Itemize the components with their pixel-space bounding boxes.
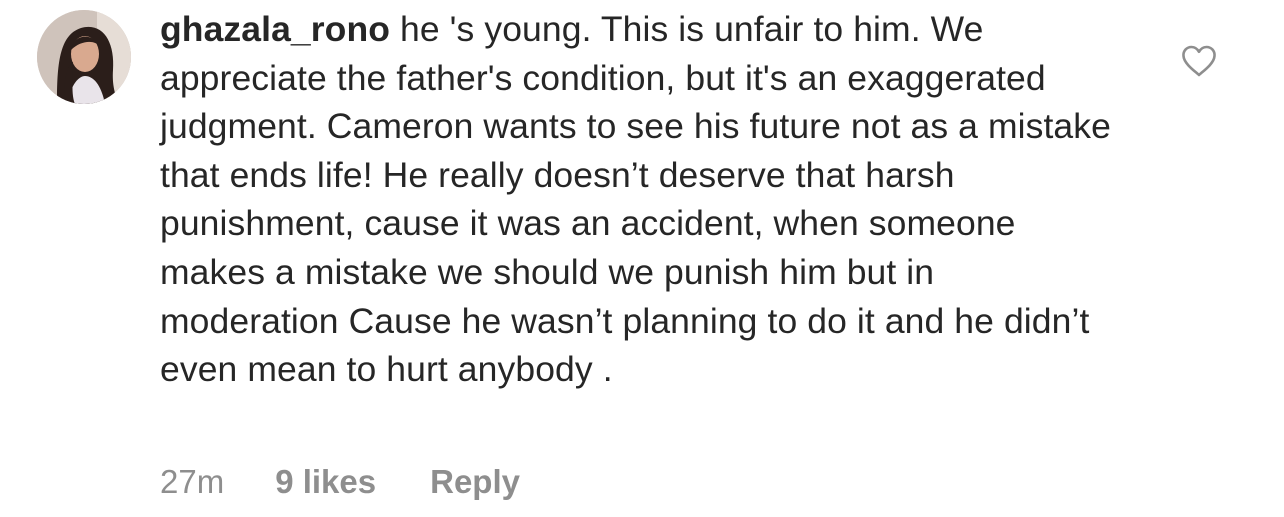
heart-outline-icon — [1182, 45, 1216, 77]
comment-username[interactable]: ghazala_rono — [160, 9, 390, 49]
comment-timestamp: 27m — [160, 463, 225, 500]
likes-count[interactable]: 9 likes — [275, 463, 376, 501]
comment-meta: 27m 9 likes Reply — [160, 463, 520, 501]
like-button[interactable] — [1181, 45, 1217, 77]
comment-item: ghazala_rono he 's young. This is unfair… — [0, 0, 1284, 517]
profile-photo-icon — [37, 10, 131, 104]
comment-body: ghazala_rono he 's young. This is unfair… — [160, 5, 1120, 394]
avatar[interactable] — [37, 10, 131, 104]
comment-text: he 's young. This is unfair to him. We a… — [160, 9, 1111, 390]
reply-button[interactable]: Reply — [430, 463, 520, 501]
